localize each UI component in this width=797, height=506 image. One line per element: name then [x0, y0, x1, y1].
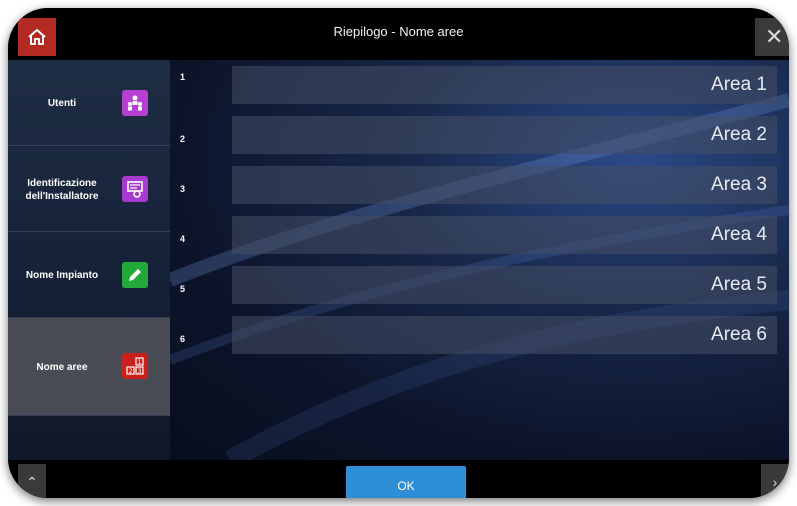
sidebar-item-nome-impianto[interactable]: Nome Impianto	[8, 232, 170, 318]
area-number: 4	[180, 234, 186, 244]
area-name-field[interactable]: Area 2	[232, 116, 777, 154]
svg-text:3: 3	[138, 368, 142, 375]
sidebar-item-nome-aree[interactable]: Nome aree 1 2 3	[8, 318, 170, 416]
corner-left-button[interactable]: ⌃	[18, 464, 46, 498]
area-name-field[interactable]: Area 5	[232, 266, 777, 304]
sidebar-item-label: Nome Impianto	[25, 270, 99, 281]
area-name-field[interactable]: Area 3	[232, 166, 777, 204]
installer-id-icon	[122, 176, 148, 202]
area-row: 5 Area 5	[170, 266, 789, 306]
area-row: 4 Area 4	[170, 216, 789, 256]
areas-icon: 1 2 3	[122, 353, 148, 379]
pencil-icon	[122, 262, 148, 288]
page-title: Riepilogo - Nome aree	[333, 24, 464, 39]
chevron-right-icon: ›	[772, 474, 778, 490]
area-number: 1	[180, 72, 186, 82]
area-name-field[interactable]: Area 1	[232, 66, 777, 104]
svg-text:2: 2	[129, 368, 133, 375]
close-icon: ✕	[765, 24, 784, 49]
area-row: 1 Area 1	[170, 66, 789, 106]
device-frame: Riepilogo - Nome aree ✕ Utenti Identific…	[8, 8, 789, 498]
area-row: 6 Area 6	[170, 316, 789, 356]
area-number: 3	[180, 184, 186, 194]
close-button[interactable]: ✕	[755, 18, 789, 56]
users-icon	[122, 90, 148, 116]
area-number: 5	[180, 284, 186, 294]
sidebar-item-label: Identificazione dell'Installatore	[25, 178, 99, 202]
sidebar-item-label: Nome aree	[36, 362, 88, 373]
area-name-field[interactable]: Area 6	[232, 316, 777, 354]
sidebar-item-identificazione[interactable]: Identificazione dell'Installatore	[8, 146, 170, 232]
area-row: 3 Area 3	[170, 166, 789, 206]
ok-button[interactable]: OK	[346, 466, 466, 498]
area-list: 1 Area 1 2 Area 2 3 Area 3 4 Area 4 5 Ar…	[170, 60, 789, 460]
sidebar: Utenti Identificazione dell'Installatore	[8, 60, 170, 498]
area-row: 2 Area 2	[170, 116, 789, 156]
bottom-bar: ⌃ OK ›	[8, 460, 789, 498]
area-number: 6	[180, 334, 186, 344]
area-number: 2	[180, 134, 186, 144]
svg-text:1: 1	[138, 359, 142, 366]
sidebar-item-utenti[interactable]: Utenti	[8, 60, 170, 146]
top-bar: Riepilogo - Nome aree ✕	[8, 8, 789, 60]
chevron-up-icon: ⌃	[26, 473, 38, 490]
corner-right-button[interactable]: ›	[761, 464, 789, 498]
sidebar-item-label: Utenti	[47, 98, 77, 109]
area-name-field[interactable]: Area 4	[232, 216, 777, 254]
